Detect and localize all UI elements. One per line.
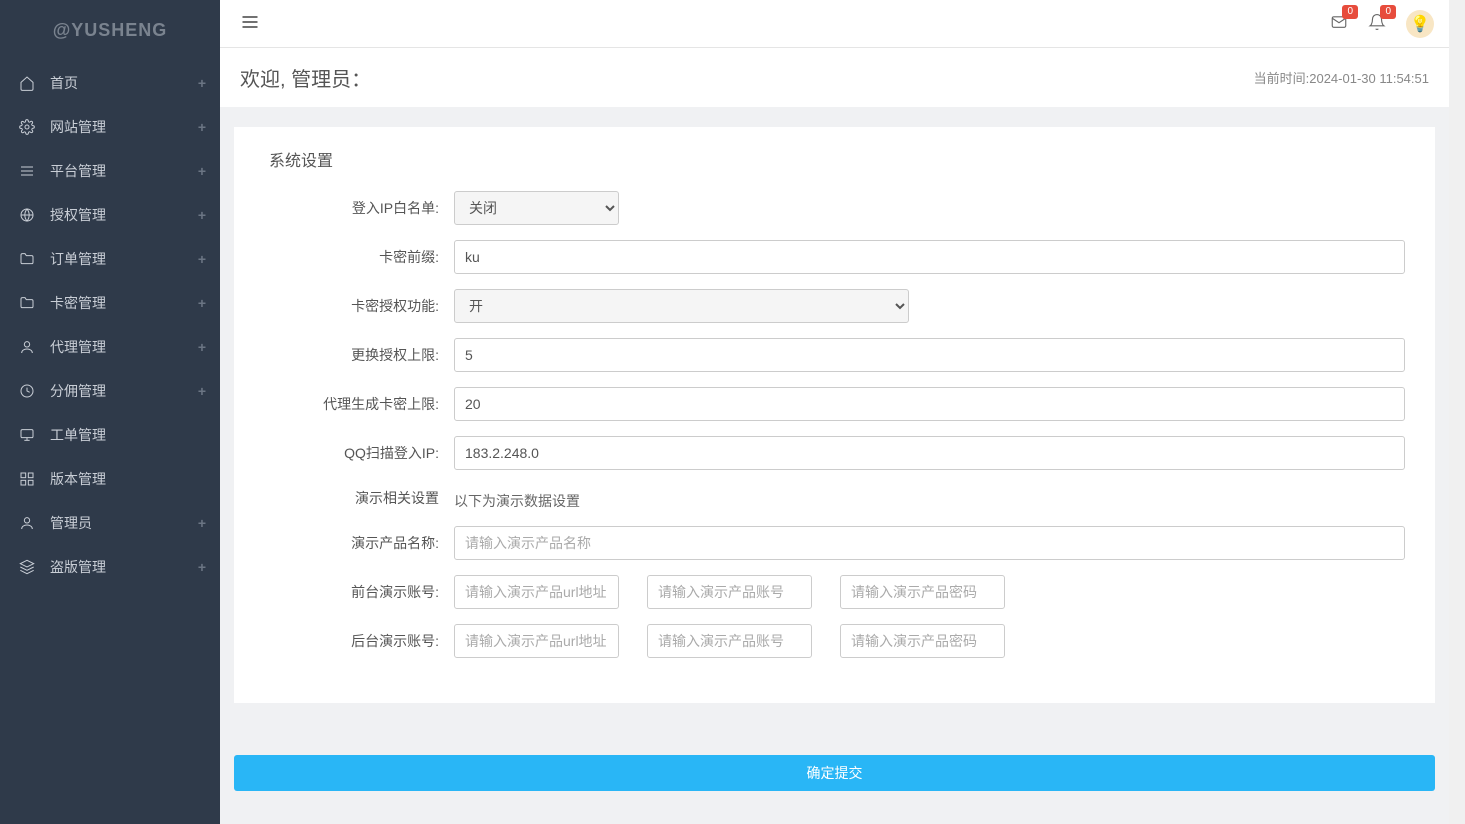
- sidebar-item-label: 首页: [50, 73, 78, 93]
- plus-icon: +: [198, 339, 206, 355]
- submit-button[interactable]: 确定提交: [234, 755, 1435, 791]
- sidebar: @YUSHENG 首页+网站管理+平台管理+授权管理+订单管理+卡密管理+代理管…: [0, 0, 220, 824]
- plus-icon: +: [198, 383, 206, 399]
- plus-icon: +: [198, 75, 206, 91]
- select-card-auth-func[interactable]: 开关: [454, 289, 909, 323]
- input-back-demo-account[interactable]: [647, 624, 812, 658]
- input-back-demo-url[interactable]: [454, 624, 619, 658]
- mail-button[interactable]: 0: [1330, 13, 1348, 34]
- sidebar-item-label: 分佣管理: [50, 381, 106, 401]
- sidebar-item-label: 版本管理: [50, 469, 106, 489]
- label-back-demo: 后台演示账号:: [264, 631, 454, 651]
- gear-icon: [18, 118, 36, 136]
- label-agent-gen-limit: 代理生成卡密上限:: [264, 394, 454, 414]
- input-front-demo-account[interactable]: [647, 575, 812, 609]
- sidebar-item-label: 代理管理: [50, 337, 106, 357]
- user-icon: [18, 514, 36, 532]
- sidebar-menu: 首页 + 网站管理 + 平台管理 + 授权管理 + 订单管理 + 卡密管理 + 代理管理 + 分佣管理 + 工单…: [0, 61, 220, 589]
- sidebar-item-8[interactable]: 工单管理: [0, 413, 220, 457]
- layers-icon: [18, 558, 36, 576]
- list-icon: [18, 162, 36, 180]
- sidebar-item-3[interactable]: 授权管理 +: [0, 193, 220, 237]
- sidebar-item-label: 授权管理: [50, 205, 106, 225]
- main-area: 0 0 💡 欢迎, 管理员： 当前时间:2024-01-30 11:54:51 …: [220, 0, 1449, 824]
- sidebar-item-label: 网站管理: [50, 117, 106, 137]
- sidebar-item-label: 工单管理: [50, 425, 106, 445]
- plus-icon: +: [198, 207, 206, 223]
- input-agent-gen-limit[interactable]: [454, 387, 1405, 421]
- folder-icon: [18, 250, 36, 268]
- input-front-demo-url[interactable]: [454, 575, 619, 609]
- content-panel: 系统设置 登入IP白名单: 关闭开启 卡密前缀: 卡密授权功能: 开关: [234, 127, 1435, 703]
- label-front-demo: 前台演示账号:: [264, 582, 454, 602]
- welcome-bar: 欢迎, 管理员： 当前时间:2024-01-30 11:54:51: [220, 48, 1449, 107]
- label-qq-login-ip: QQ扫描登入IP:: [264, 443, 454, 463]
- sidebar-item-label: 订单管理: [50, 249, 106, 269]
- sidebar-item-1[interactable]: 网站管理 +: [0, 105, 220, 149]
- monitor-icon: [18, 426, 36, 444]
- folder-icon: [18, 294, 36, 312]
- sidebar-item-6[interactable]: 代理管理 +: [0, 325, 220, 369]
- input-card-prefix[interactable]: [454, 240, 1405, 274]
- globe-icon: [18, 206, 36, 224]
- sidebar-item-label: 平台管理: [50, 161, 106, 181]
- panel-title: 系统设置: [264, 147, 1405, 171]
- input-qq-login-ip[interactable]: [454, 436, 1405, 470]
- sidebar-item-5[interactable]: 卡密管理 +: [0, 281, 220, 325]
- sidebar-item-2[interactable]: 平台管理 +: [0, 149, 220, 193]
- plus-icon: +: [198, 559, 206, 575]
- sidebar-item-11[interactable]: 盗版管理 +: [0, 545, 220, 589]
- menu-toggle-button[interactable]: [235, 7, 265, 40]
- current-time: 当前时间:2024-01-30 11:54:51: [1254, 68, 1429, 87]
- welcome-title: 欢迎, 管理员：: [240, 63, 371, 92]
- label-ip-whitelist: 登入IP白名单:: [264, 198, 454, 218]
- avatar[interactable]: 💡: [1406, 10, 1434, 38]
- input-demo-product-name[interactable]: [454, 526, 1405, 560]
- sidebar-item-label: 卡密管理: [50, 293, 106, 313]
- brand-logo: @YUSHENG: [0, 0, 220, 61]
- input-change-auth-limit[interactable]: [454, 338, 1405, 372]
- sidebar-item-4[interactable]: 订单管理 +: [0, 237, 220, 281]
- home-icon: [18, 74, 36, 92]
- mail-badge: 0: [1342, 5, 1358, 19]
- sidebar-item-9[interactable]: 版本管理: [0, 457, 220, 501]
- label-card-auth-func: 卡密授权功能:: [264, 296, 454, 316]
- topbar: 0 0 💡: [220, 0, 1449, 48]
- bell-button[interactable]: 0: [1368, 13, 1386, 34]
- sidebar-item-10[interactable]: 管理员 +: [0, 501, 220, 545]
- input-back-demo-password[interactable]: [840, 624, 1005, 658]
- sidebar-item-0[interactable]: 首页 +: [0, 61, 220, 105]
- sidebar-item-label: 管理员: [50, 513, 92, 533]
- plus-icon: +: [198, 119, 206, 135]
- label-demo-product-name: 演示产品名称:: [264, 533, 454, 553]
- sidebar-item-label: 盗版管理: [50, 557, 106, 577]
- sidebar-item-7[interactable]: 分佣管理 +: [0, 369, 220, 413]
- input-front-demo-password[interactable]: [840, 575, 1005, 609]
- scrollbar-track[interactable]: [1449, 0, 1465, 824]
- select-ip-whitelist[interactable]: 关闭开启: [454, 191, 619, 225]
- demo-section-note: 以下为演示数据设置: [454, 485, 580, 511]
- label-demo-section: 演示相关设置: [264, 488, 454, 508]
- label-change-auth-limit: 更换授权上限:: [264, 345, 454, 365]
- plus-icon: +: [198, 163, 206, 179]
- plus-icon: +: [198, 515, 206, 531]
- label-card-prefix: 卡密前缀:: [264, 247, 454, 267]
- clock-icon: [18, 382, 36, 400]
- bell-badge: 0: [1380, 5, 1396, 19]
- grid-icon: [18, 470, 36, 488]
- plus-icon: +: [198, 295, 206, 311]
- plus-icon: +: [198, 251, 206, 267]
- user-icon: [18, 338, 36, 356]
